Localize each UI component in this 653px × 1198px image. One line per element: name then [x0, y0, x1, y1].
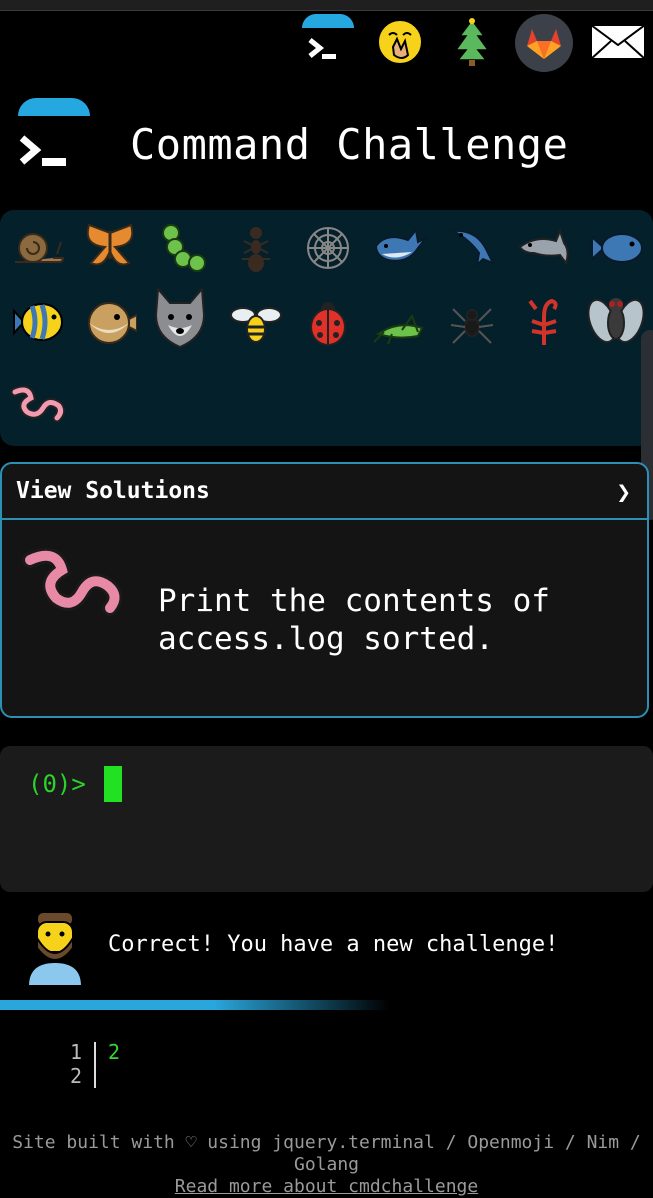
top-nav — [0, 14, 653, 76]
footer-credits: Site built with ♡ using jquery.terminal … — [12, 1132, 641, 1175]
terminal-icon[interactable] — [300, 14, 356, 70]
caterpillar-icon[interactable] — [154, 218, 214, 278]
terminal-cursor[interactable] — [104, 766, 122, 802]
challenge-card: View Solutions ❯ Print the contents of a… — [0, 462, 649, 718]
bee-icon[interactable] — [226, 294, 286, 354]
mail-icon[interactable] — [588, 14, 648, 70]
terminal[interactable]: (0)> — [0, 746, 653, 892]
scorpion-icon[interactable] — [514, 292, 574, 352]
logo-terminal-icon — [16, 98, 92, 178]
fish-icon[interactable] — [586, 218, 646, 278]
spider-icon[interactable] — [442, 294, 502, 354]
progress-bar — [0, 1000, 390, 1010]
ladybug-icon[interactable] — [298, 292, 358, 352]
page-title: Command Challenge — [130, 120, 569, 169]
whale-icon[interactable] — [370, 216, 430, 276]
ant-icon[interactable] — [226, 218, 286, 278]
challenge-description: Print the contents of access.log sorted. — [158, 583, 550, 657]
line-number: 1 — [69, 1040, 82, 1064]
wolf-icon[interactable] — [150, 286, 210, 349]
fly-icon[interactable] — [586, 290, 646, 350]
line-number-divider — [94, 1042, 96, 1088]
footer: Site built with ♡ using jquery.terminal … — [0, 1132, 653, 1198]
worm-icon[interactable] — [8, 374, 68, 434]
challenge-critters-panel — [0, 210, 653, 446]
output-value: 2 — [108, 1040, 121, 1064]
tree-icon[interactable] — [444, 14, 500, 70]
tropical-fish-icon[interactable] — [8, 292, 68, 352]
browser-top-edge — [0, 0, 653, 11]
dolphin-jumping-icon[interactable] — [442, 218, 502, 278]
avatar — [22, 908, 88, 987]
blowfish-icon[interactable] — [80, 292, 140, 352]
spider-web-icon[interactable] — [298, 218, 358, 278]
butterfly-icon[interactable] — [80, 216, 140, 276]
status-message: Correct! You have a new challenge! — [108, 932, 559, 957]
output-block: 1 2 2 — [60, 1040, 120, 1088]
dolphin-icon[interactable] — [514, 218, 574, 278]
gitlab-icon[interactable] — [515, 14, 573, 72]
line-number: 2 — [69, 1064, 82, 1088]
footer-read-more-link[interactable]: Read more about cmdchallenge — [175, 1176, 478, 1197]
snail-icon[interactable] — [8, 218, 68, 278]
view-solutions-header[interactable]: View Solutions ❯ — [2, 464, 647, 520]
worm-challenge-icon — [22, 547, 126, 624]
chevron-right-icon[interactable]: ❯ — [617, 478, 631, 506]
view-solutions-label[interactable]: View Solutions — [16, 478, 210, 504]
shushing-face-icon[interactable] — [372, 14, 428, 70]
terminal-prompt: (0)> — [28, 770, 86, 798]
cricket-icon[interactable] — [370, 296, 430, 356]
